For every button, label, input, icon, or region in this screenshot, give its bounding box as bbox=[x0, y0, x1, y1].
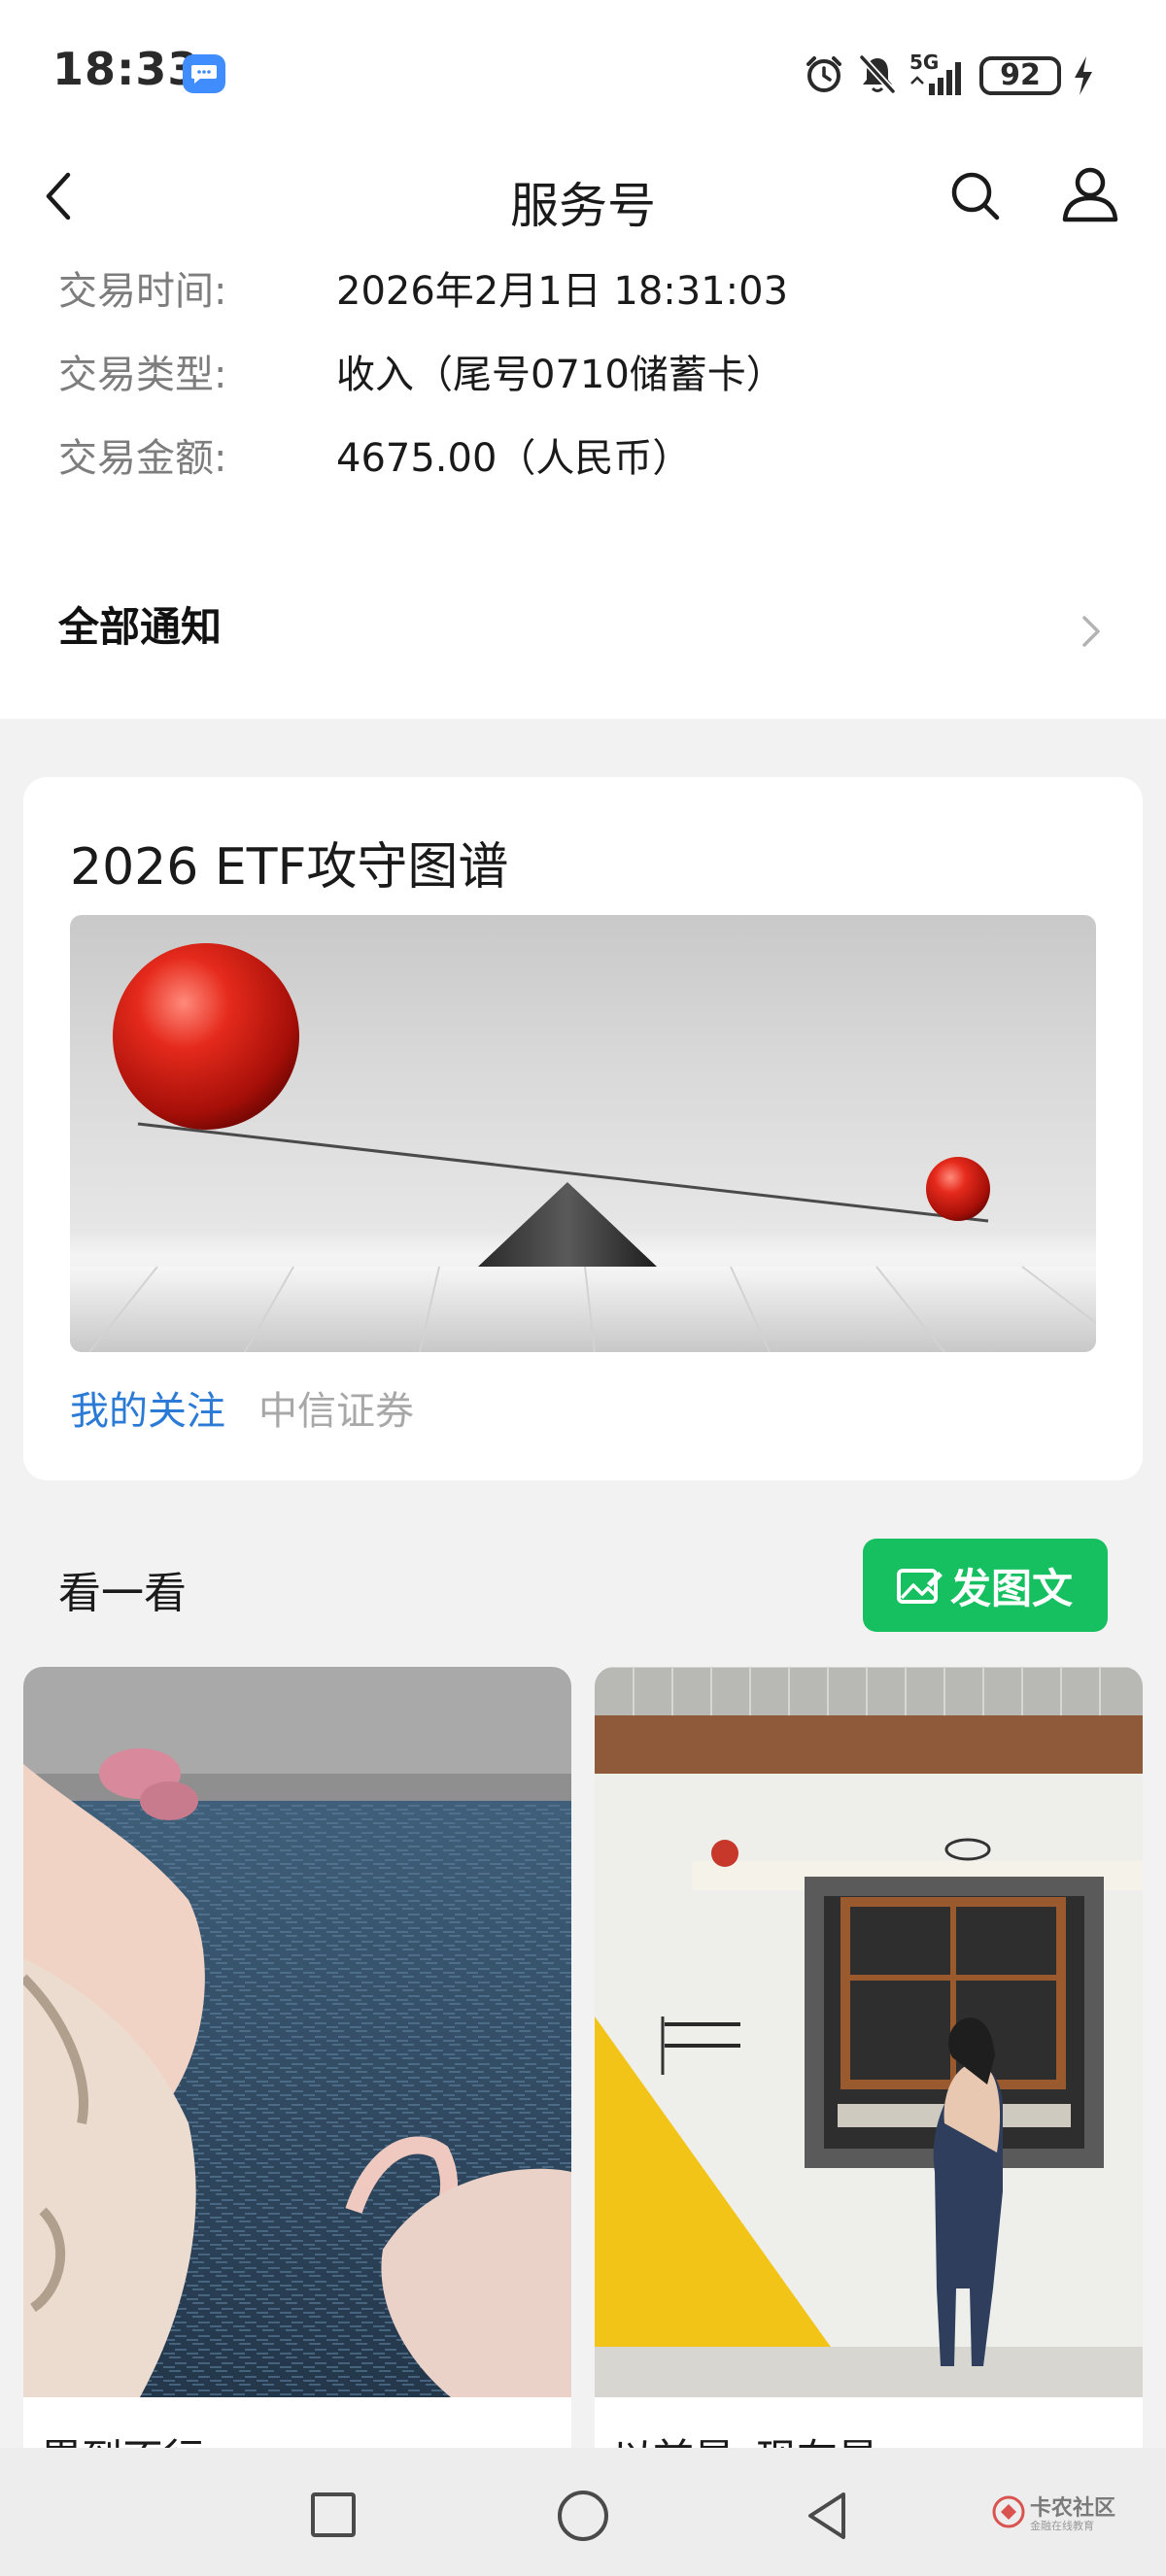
post-button-label: 发图文 bbox=[950, 1565, 1074, 1612]
screen: 18:33 5G 92 服务号 交易时间: 2026年2月1日 18:31:03… bbox=[0, 0, 1166, 2576]
watermark-logo-icon bbox=[992, 2495, 1025, 2528]
chevron-right-icon bbox=[1082, 616, 1100, 647]
search-icon[interactable] bbox=[946, 167, 1005, 225]
alarm-icon bbox=[806, 56, 841, 92]
tx-value: 4675.00（人民币） bbox=[336, 436, 692, 481]
image-edit-icon bbox=[897, 1569, 943, 1604]
app-header: 服务号 bbox=[0, 146, 1166, 253]
watermark: 卡农社区 金融在线教育 bbox=[991, 2491, 1147, 2539]
mute-icon bbox=[859, 54, 896, 94]
feed-card[interactable]: 以前是s现在是m bbox=[595, 1667, 1143, 2576]
tx-label: 交易金额: bbox=[58, 436, 227, 481]
article-tag-following[interactable]: 我的关注 bbox=[70, 1379, 225, 1436]
article-title: 2026 ETF攻守图谱 bbox=[70, 838, 509, 897]
article-card[interactable]: 2026 ETF攻守图谱 我的关注 中信证券 bbox=[23, 777, 1143, 1480]
status-bar: 18:33 5G 92 bbox=[0, 0, 1166, 146]
tx-value: 收入（尾号0710储蓄卡） bbox=[336, 353, 785, 397]
signal-icon bbox=[910, 62, 961, 95]
charging-icon bbox=[1075, 56, 1092, 95]
status-icons: 5G 92 bbox=[803, 51, 1123, 99]
profile-icon[interactable] bbox=[1059, 163, 1121, 225]
watermark-subtext: 金融在线教育 bbox=[1030, 2520, 1094, 2532]
article-cover-image bbox=[70, 915, 1096, 1352]
feed-card-image bbox=[23, 1667, 571, 2397]
all-notices-link[interactable]: 全部通知 bbox=[0, 563, 1166, 690]
feed-heading: 看一看 bbox=[58, 1569, 187, 1618]
back-nav-button[interactable] bbox=[803, 2487, 851, 2545]
home-button[interactable] bbox=[558, 2491, 608, 2541]
article-source: 中信证券 bbox=[258, 1389, 414, 1434]
system-nav-bar: 卡农社区 金融在线教育 bbox=[0, 2448, 1166, 2576]
message-icon bbox=[183, 54, 225, 93]
tx-label: 交易类型: bbox=[58, 353, 227, 397]
feed-card[interactable]: 累到不行 bbox=[23, 1667, 571, 2576]
battery-icon: 92 bbox=[979, 56, 1061, 95]
tx-value: 2026年2月1日 18:31:03 bbox=[336, 269, 789, 314]
status-time: 18:33 bbox=[52, 43, 200, 95]
all-notices-label: 全部通知 bbox=[58, 603, 223, 651]
post-image-text-button[interactable]: 发图文 bbox=[863, 1539, 1108, 1632]
transaction-details: 交易时间: 2026年2月1日 18:31:03 交易类型: 收入（尾号0710… bbox=[0, 253, 1166, 719]
tx-label: 交易时间: bbox=[58, 269, 227, 314]
feed-card-image bbox=[595, 1667, 1143, 2397]
recent-apps-button[interactable] bbox=[311, 2492, 356, 2537]
